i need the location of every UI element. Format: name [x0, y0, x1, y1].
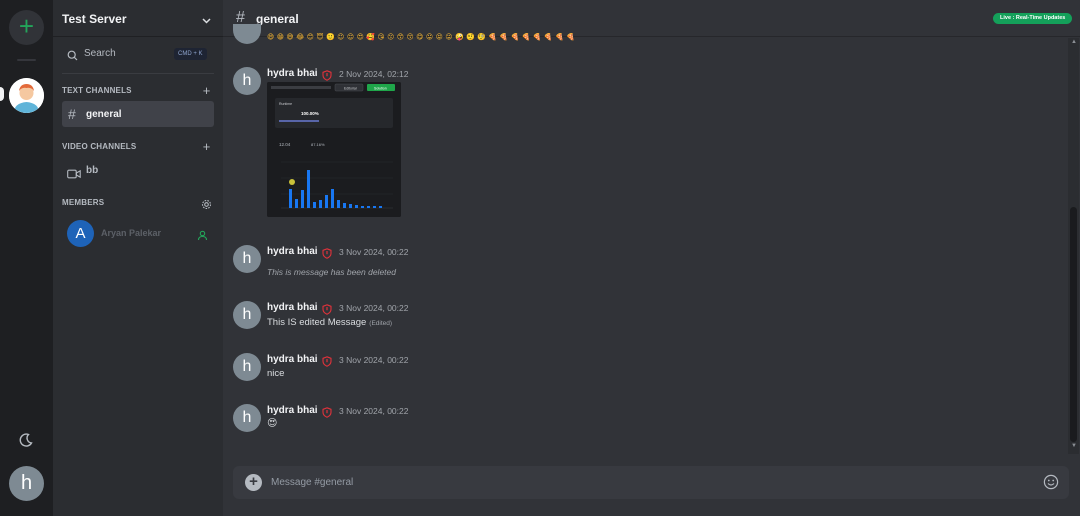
user-avatar-illustration-icon — [9, 78, 44, 113]
search-shortcut-badge: CMD + K — [174, 48, 207, 60]
message-item: h hydra bhai 2 Nov 2024, 02:12 Editorial… — [233, 67, 833, 227]
message-timestamp: 3 Nov 2024, 00:22 — [339, 406, 409, 416]
text-channels-heading: TEXT CHANNELS — [62, 86, 132, 95]
message-text: nice — [267, 368, 285, 379]
avatar[interactable]: h — [233, 353, 261, 381]
chevron-down-icon[interactable] — [201, 13, 212, 24]
server-icon-test-server[interactable] — [9, 78, 44, 113]
message-item: h hydra bhai 3 Nov 2024, 00:22 😍 — [233, 404, 833, 440]
message-item: h hydra bhai 3 Nov 2024, 00:22 This is m… — [233, 245, 833, 281]
embed-box-title: Runtime — [279, 102, 292, 106]
message-item: h hydra bhai 3 Nov 2024, 00:22 This IS e… — [233, 301, 833, 337]
message-author[interactable]: hydra bhai — [267, 302, 318, 313]
message-timestamp: 3 Nov 2024, 00:22 — [339, 355, 409, 365]
add-text-channel-icon[interactable]: + — [201, 84, 212, 97]
channel-header: # general Live : Real-Time Updates — [223, 0, 1080, 37]
moon-icon[interactable] — [18, 432, 34, 448]
active-server-indicator — [0, 87, 4, 101]
message-text-row: This IS edited Message (Edited) — [267, 317, 392, 328]
message-image-attachment[interactable]: Editorial Solution Runtime 100.00% 12.04… — [267, 82, 401, 217]
online-user-icon — [197, 228, 208, 241]
shield-icon — [322, 68, 332, 81]
channel-item-general[interactable]: # general — [62, 101, 214, 127]
shield-icon — [322, 405, 332, 418]
message-author[interactable]: hydra bhai — [267, 68, 318, 79]
avatar: A — [67, 220, 94, 247]
sidebar-divider — [62, 73, 214, 74]
message-composer: + — [233, 466, 1069, 499]
current-user-avatar[interactable]: h — [9, 466, 44, 501]
channel-label: bb — [86, 165, 99, 176]
message-timestamp: 2 Nov 2024, 02:12 — [339, 69, 409, 79]
members-heading: MEMBERS — [62, 198, 105, 207]
embed-solution-label: Solution — [374, 86, 387, 90]
embed-mem-value: 12.04 — [279, 142, 291, 147]
channel-item-bb[interactable]: bb — [62, 163, 214, 179]
scrollbar-thumb[interactable] — [1070, 207, 1077, 442]
server-header[interactable]: Test Server — [53, 0, 223, 37]
message-text: This is message has been deleted — [267, 267, 396, 277]
server-rail: + h — [0, 0, 53, 516]
search-label: Search — [84, 48, 116, 59]
video-channels-heading: VIDEO CHANNELS — [62, 142, 137, 151]
server-name: Test Server — [62, 12, 127, 26]
member-name: Aryan Palekar — [101, 228, 162, 238]
shield-icon — [322, 246, 332, 259]
member-item[interactable]: A Aryan Palekar — [65, 220, 213, 248]
avatar[interactable]: h — [233, 67, 261, 95]
message-input[interactable] — [271, 466, 1031, 499]
message-author[interactable]: hydra bhai — [267, 246, 318, 257]
message-author[interactable]: hydra bhai — [267, 354, 318, 365]
search-icon — [67, 48, 78, 61]
scroll-down-icon[interactable]: ▼ — [1071, 443, 1077, 449]
search-button[interactable]: Search CMD + K — [62, 45, 214, 63]
avatar[interactable]: h — [233, 245, 261, 273]
channel-label: general — [86, 109, 122, 120]
status-badge: Live : Real-Time Updates — [993, 13, 1073, 24]
scroll-up-icon[interactable]: ▲ — [1071, 39, 1077, 45]
message-text: This IS edited Message — [267, 317, 367, 328]
edited-label: (Edited) — [369, 320, 393, 327]
channel-sidebar: Test Server Search CMD + K TEXT CHANNELS… — [53, 0, 223, 516]
add-server-button[interactable]: + — [9, 10, 44, 45]
message-text: 😍 — [267, 418, 278, 429]
message-author[interactable]: hydra bhai — [267, 405, 318, 416]
emoji-picker-icon[interactable] — [1043, 474, 1059, 490]
video-camera-icon — [67, 166, 81, 179]
main-chat-area: # general Live : Real-Time Updates 😄😁😅😂😊… — [223, 0, 1080, 516]
embed-editorial-label: Editorial — [344, 86, 357, 90]
hash-icon: # — [68, 106, 76, 122]
page-title: general — [256, 12, 299, 26]
rail-separator — [17, 59, 36, 61]
shield-icon — [322, 354, 332, 367]
emoji-message-text: 😄😁😅😂😊😇🙂😉😌😍🥰😘😗😙😚😋😛😝😜🤪🤨🧐🍕🍕🍕🍕🍕🍕🍕🍕 — [267, 34, 578, 41]
avatar — [233, 24, 261, 44]
avatar[interactable]: h — [233, 404, 261, 432]
avatar[interactable]: h — [233, 301, 261, 329]
message-timestamp: 3 Nov 2024, 00:22 — [339, 303, 409, 313]
add-video-channel-icon[interactable]: + — [201, 140, 212, 153]
message-item: h hydra bhai 3 Nov 2024, 00:22 nice — [233, 353, 833, 389]
gear-icon[interactable] — [201, 197, 212, 210]
message-timestamp: 3 Nov 2024, 00:22 — [339, 247, 409, 257]
shield-icon — [322, 302, 332, 315]
chat-scrollbar[interactable]: ▲ ▼ — [1068, 38, 1079, 454]
embed-box-value: 100.00% — [301, 111, 319, 116]
embed-mem-pct: 87.16% — [311, 142, 325, 147]
add-attachment-button[interactable]: + — [245, 474, 262, 491]
